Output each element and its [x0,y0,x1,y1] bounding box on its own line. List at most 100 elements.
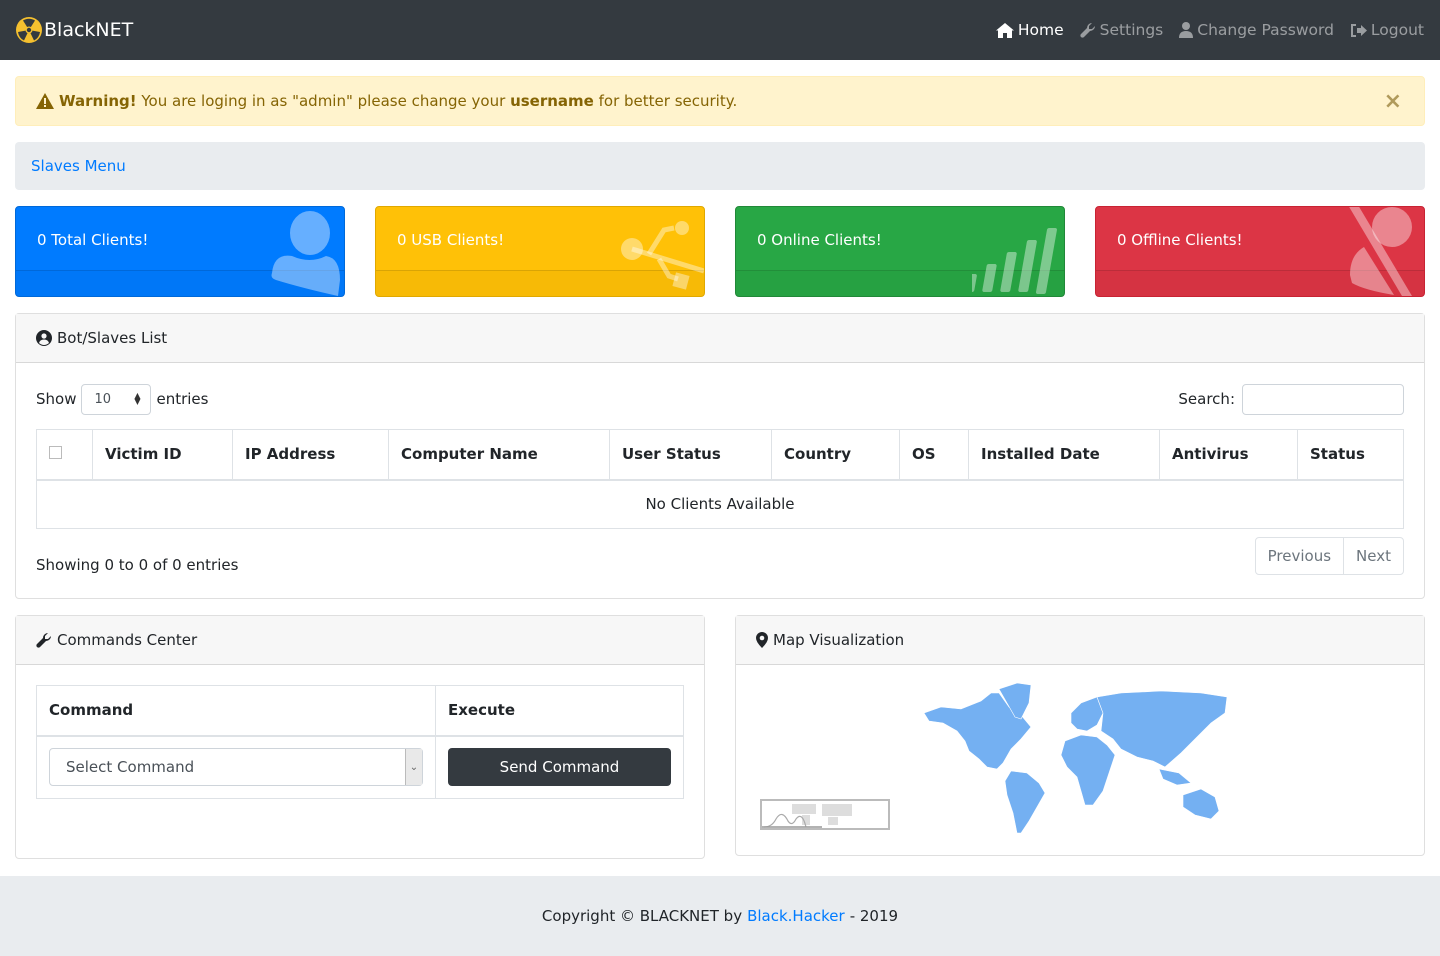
alert-text-before: You are loging in as "admin" please chan… [141,92,506,110]
radiation-icon [16,17,42,43]
entries-label: entries [156,390,209,408]
slaves-table: Victim ID IP Address Computer Name User … [36,429,1404,529]
nav-home[interactable]: Home [995,21,1064,39]
map-africa [1060,734,1116,806]
map-asia [1096,690,1228,768]
nav-menu: Home Settings Change Password Logout [995,21,1424,39]
send-command-button[interactable]: Send Command [448,748,671,787]
map-south-america [1004,770,1046,834]
signal-icon [972,228,1057,294]
stat-label: 0 Total Clients! [37,231,149,249]
search-label: Search: [1178,390,1235,408]
alert-title: Warning! [59,92,137,110]
entries-value: 10 [94,391,112,407]
map-visualization-header: Map Visualization [736,616,1424,665]
brand[interactable]: BlackNET [16,17,133,43]
breadcrumb: Slaves Menu [15,142,1425,190]
slaves-list-header: Bot/Slaves List [16,314,1424,363]
nav-home-label: Home [1017,21,1064,39]
nav-change-password[interactable]: Change Password [1179,21,1334,39]
user-icon [271,211,340,296]
nav-logout-label: Logout [1370,21,1424,39]
commands-center-header: Commands Center [16,616,704,665]
home-icon [995,22,1014,38]
column-header[interactable]: OS [899,429,969,481]
column-header[interactable]: Victim ID [92,429,233,481]
search-input[interactable] [1242,383,1404,415]
show-label: Show [36,390,77,408]
warning-alert: Warning! You are loging in as "admin" pl… [15,76,1425,126]
user-circle-icon [36,330,52,346]
entries-length: Show 10 ▲ ▼ entries [36,383,209,415]
stat-usb-clients[interactable]: 0 USB Clients! [375,206,705,297]
commands-header-row: Command Execute [36,685,684,737]
footer-prefix: Copyright © BLACKNET by [541,907,743,925]
column-header[interactable]: Computer Name [388,429,610,481]
stat-online-clients[interactable]: 0 Online Clients! [735,206,1065,297]
breadcrumb-slaves-menu[interactable]: Slaves Menu [31,157,126,175]
commands-table: Command Execute Select Command ⌄ Send Co… [36,685,684,799]
user-icon [1179,22,1194,38]
command-select-value: Select Command [66,758,195,777]
stat-label: 0 USB Clients! [397,231,505,249]
execute-column-header: Execute [435,685,684,737]
footer: Copyright © BLACKNET by Black.Hacker - 2… [0,876,1440,956]
table-info: Showing 0 to 0 of 0 entries [36,556,239,574]
map-visualization-title: Map Visualization [773,631,905,649]
nav-change-password-label: Change Password [1197,21,1334,39]
map-minimap[interactable] [760,799,890,830]
warning-icon [36,93,54,109]
close-icon[interactable]: × [1384,91,1402,113]
map-europe [1070,696,1104,732]
command-select[interactable]: Select Command ⌄ [49,748,423,787]
empty-message: No Clients Available [36,479,1404,529]
brand-name: BlackNET [44,19,134,41]
table-search: Search: [1178,383,1404,415]
next-button[interactable]: Next [1343,538,1403,574]
stat-total-clients[interactable]: 0 Total Clients! [15,206,345,297]
table-row: No Clients Available [36,479,1404,529]
nav-logout[interactable]: Logout [1350,21,1424,39]
slaves-list-card: Bot/Slaves List Show 10 ▲ ▼ entries Searc… [15,313,1425,599]
map-islands [1158,768,1192,786]
sign-out-icon [1350,23,1367,37]
footer-suffix: - 2019 [849,907,899,925]
select-all-checkbox[interactable] [49,446,62,460]
command-column-header: Command [36,685,436,737]
commands-row: Select Command ⌄ Send Command [36,735,684,799]
usb-icon [621,221,704,290]
select-all-header [36,429,93,481]
column-header[interactable]: IP Address [232,429,389,481]
column-header[interactable]: User Status [609,429,772,481]
stat-offline-clients[interactable]: 0 Offline Clients! [1095,206,1425,297]
footer-author-link[interactable]: Black.Hacker [747,907,845,925]
wrench-icon [1080,23,1095,38]
chevron-down-icon: ⌄ [405,749,422,786]
navbar: BlackNET Home Settings Change Password L… [0,0,1440,60]
nav-settings-label: Settings [1099,21,1164,39]
map-australia [1182,788,1220,820]
column-header[interactable]: Installed Date [968,429,1160,481]
map-visualization-card: Map Visualization [735,615,1425,856]
alert-text-after: for better security. [598,92,738,110]
world-map[interactable] [921,683,1241,843]
stat-label: 0 Online Clients! [757,231,882,249]
user-slash-icon [1349,207,1412,296]
map-marker-icon [756,632,768,648]
commands-center-card: Commands Center Command Execute Select C… [15,615,705,859]
wrench-icon [36,633,51,648]
column-header[interactable]: Antivirus [1159,429,1298,481]
stats-row: 0 Total Clients! 0 USB Clients! 0 Online… [15,206,1425,297]
column-header[interactable]: Country [771,429,900,481]
minimap-preview [762,804,852,828]
commands-center-title: Commands Center [57,631,198,649]
previous-button[interactable]: Previous [1256,538,1343,574]
column-header[interactable]: Status [1297,429,1404,481]
nav-settings[interactable]: Settings [1080,21,1164,39]
sort-updown-icon: ▲ ▼ [134,391,141,406]
alert-emphasis: username [510,92,594,110]
entries-select[interactable]: 10 ▲ ▼ [81,383,152,415]
table-header-row: Victim ID IP Address Computer Name User … [36,429,1404,481]
pagination: Previous Next [1254,537,1404,575]
slaves-list-title: Bot/Slaves List [57,329,168,347]
